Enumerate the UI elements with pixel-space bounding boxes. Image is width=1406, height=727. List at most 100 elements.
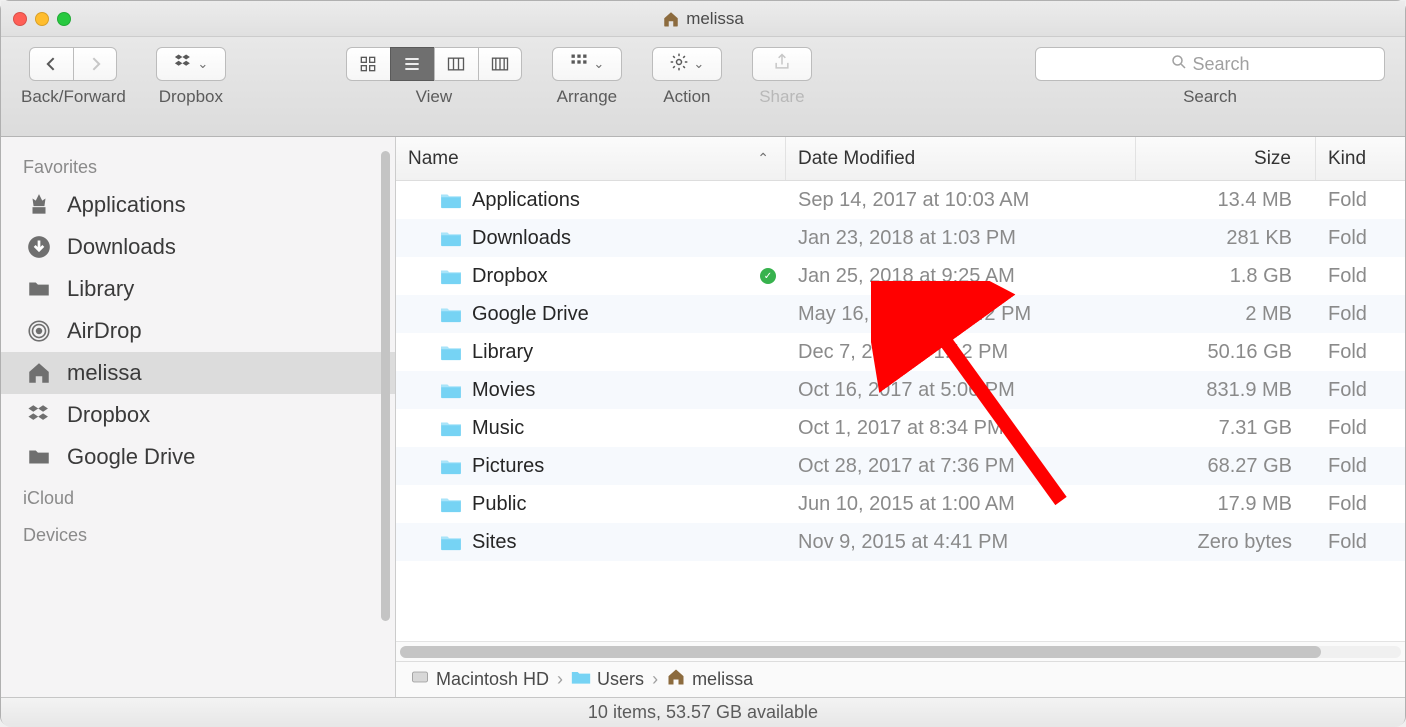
cell-name: Library	[396, 341, 786, 364]
back-forward-label: Back/Forward	[21, 87, 126, 107]
table-row[interactable]: PublicJun 10, 2015 at 1:00 AM17.9 MBFold	[396, 485, 1405, 523]
back-forward-group: Back/Forward	[21, 47, 126, 107]
forward-button[interactable]	[73, 47, 117, 81]
sidebar: Favorites ApplicationsDownloadsLibraryAi…	[1, 137, 396, 697]
cell-kind: Fold	[1316, 531, 1405, 554]
gallery-view-button[interactable]	[478, 47, 522, 81]
sidebar-item-google-drive[interactable]: Google Drive	[1, 436, 395, 478]
sidebar-item-melissa[interactable]: melissa	[1, 352, 395, 394]
cell-size: 281 KB	[1136, 227, 1316, 250]
search-icon	[1170, 53, 1188, 76]
table-row[interactable]: DownloadsJan 23, 2018 at 1:03 PM281 KBFo…	[396, 219, 1405, 257]
arrange-group: ⌄ Arrange	[552, 47, 622, 107]
titlebar: melissa	[1, 1, 1405, 37]
cell-date: Sep 14, 2017 at 10:03 AM	[786, 189, 1136, 212]
status-text: 10 items, 53.57 GB available	[588, 702, 818, 723]
home-icon	[666, 667, 686, 692]
action-label: Action	[663, 87, 710, 107]
column-view-button[interactable]	[434, 47, 478, 81]
back-button[interactable]	[29, 47, 73, 81]
cell-date: Jan 25, 2018 at 9:25 AM	[786, 265, 1136, 288]
cell-name: Public	[396, 493, 786, 516]
sidebar-item-dropbox[interactable]: Dropbox	[1, 394, 395, 436]
sidebar-item-label: AirDrop	[67, 318, 142, 344]
share-button[interactable]	[752, 47, 812, 81]
disk-icon	[410, 667, 430, 692]
home-icon	[25, 360, 53, 386]
cell-name: Google Drive	[396, 303, 786, 326]
path-segment[interactable]: Macintosh HD	[410, 667, 549, 692]
search-label: Search	[1183, 87, 1237, 107]
cell-date: Nov 9, 2015 at 4:41 PM	[786, 531, 1136, 554]
sidebar-item-label: Applications	[67, 192, 186, 218]
window-title: melissa	[1, 9, 1405, 29]
home-icon	[662, 9, 680, 29]
main-area: Favorites ApplicationsDownloadsLibraryAi…	[1, 137, 1405, 697]
view-label: View	[416, 87, 453, 107]
file-rows: ApplicationsSep 14, 2017 at 10:03 AM13.4…	[396, 181, 1405, 641]
sidebar-item-applications[interactable]: Applications	[1, 184, 395, 226]
cell-kind: Fold	[1316, 303, 1405, 326]
column-header-name[interactable]: Name ⌃	[396, 137, 786, 180]
horizontal-scrollbar[interactable]	[396, 641, 1405, 661]
cell-name: Movies	[396, 379, 786, 402]
arrange-button[interactable]: ⌄	[552, 47, 622, 81]
column-header-size[interactable]: Size	[1136, 137, 1316, 180]
chevron-down-icon: ⌄	[197, 56, 208, 72]
file-list-area: Name ⌃ Date Modified Size Kind Applicati…	[396, 137, 1405, 697]
scrollbar-thumb[interactable]	[400, 646, 1321, 658]
column-headers: Name ⌃ Date Modified Size Kind	[396, 137, 1405, 181]
table-row[interactable]: MusicOct 1, 2017 at 8:34 PM7.31 GBFold	[396, 409, 1405, 447]
sidebar-item-label: melissa	[67, 360, 142, 386]
cell-kind: Fold	[1316, 379, 1405, 402]
sort-ascending-icon: ⌃	[757, 150, 769, 167]
cell-kind: Fold	[1316, 493, 1405, 516]
table-row[interactable]: ApplicationsSep 14, 2017 at 10:03 AM13.4…	[396, 181, 1405, 219]
sidebar-scrollbar[interactable]	[381, 151, 390, 621]
dropbox-button[interactable]: ⌄	[156, 47, 226, 81]
column-header-kind[interactable]: Kind	[1316, 137, 1405, 180]
arrange-icon	[569, 52, 589, 77]
table-row[interactable]: Dropbox✓Jan 25, 2018 at 9:25 AM1.8 GBFol…	[396, 257, 1405, 295]
cell-size: 13.4 MB	[1136, 189, 1316, 212]
table-row[interactable]: MoviesOct 16, 2017 at 5:06 PM831.9 MBFol…	[396, 371, 1405, 409]
cell-name: Pictures	[396, 455, 786, 478]
action-button[interactable]: ⌄	[652, 47, 722, 81]
table-row[interactable]: Google DriveMay 16, 2017 at 11:42 PM2 MB…	[396, 295, 1405, 333]
app-icon	[25, 192, 53, 218]
sidebar-section-icloud: iCloud	[1, 478, 395, 515]
table-row[interactable]: SitesNov 9, 2015 at 4:41 PMZero bytesFol…	[396, 523, 1405, 561]
cell-kind: Fold	[1316, 189, 1405, 212]
sidebar-item-label: Dropbox	[67, 402, 150, 428]
sidebar-item-airdrop[interactable]: AirDrop	[1, 310, 395, 352]
dropbox-label: Dropbox	[159, 87, 223, 107]
table-row[interactable]: PicturesOct 28, 2017 at 7:36 PM68.27 GBF…	[396, 447, 1405, 485]
cell-date: Oct 28, 2017 at 7:36 PM	[786, 455, 1136, 478]
folder-icon	[25, 444, 53, 470]
cell-name: Dropbox✓	[396, 265, 786, 288]
cell-date: May 16, 2017 at 11:42 PM	[786, 303, 1136, 326]
path-separator-icon: ›	[557, 669, 563, 690]
dropbox-icon	[173, 52, 193, 77]
cell-size: 68.27 GB	[1136, 455, 1316, 478]
search-input[interactable]: Search	[1035, 47, 1385, 81]
path-segment[interactable]: Users	[571, 667, 644, 692]
sidebar-item-downloads[interactable]: Downloads	[1, 226, 395, 268]
list-view-button[interactable]	[390, 47, 434, 81]
table-row[interactable]: LibraryDec 7, 2017 at 1:12 PM50.16 GBFol…	[396, 333, 1405, 371]
path-segment[interactable]: melissa	[666, 667, 753, 692]
sidebar-item-label: Library	[67, 276, 134, 302]
cell-date: Dec 7, 2017 at 1:12 PM	[786, 341, 1136, 364]
cell-size: 50.16 GB	[1136, 341, 1316, 364]
cell-size: 17.9 MB	[1136, 493, 1316, 516]
search-placeholder: Search	[1192, 54, 1249, 75]
sidebar-item-library[interactable]: Library	[1, 268, 395, 310]
cell-size: 1.8 GB	[1136, 265, 1316, 288]
cell-date: Oct 1, 2017 at 8:34 PM	[786, 417, 1136, 440]
icon-view-button[interactable]	[346, 47, 390, 81]
dropbox-group: ⌄ Dropbox	[156, 47, 226, 107]
cell-name: Music	[396, 417, 786, 440]
column-header-date[interactable]: Date Modified	[786, 137, 1136, 180]
chevron-down-icon: ⌄	[693, 56, 704, 72]
share-icon	[772, 52, 792, 77]
